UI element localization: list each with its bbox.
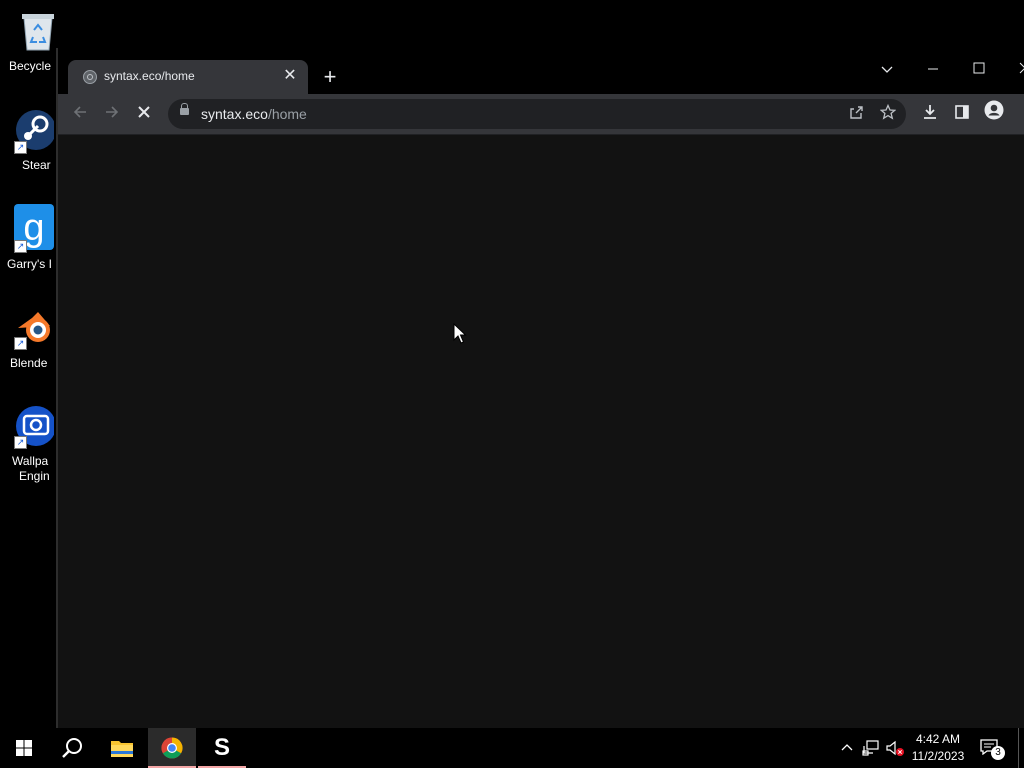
tab-title: syntax.eco/home: [104, 69, 195, 83]
downloads-button[interactable]: [916, 100, 944, 128]
back-button[interactable]: [66, 100, 94, 128]
desktop-icon-steam[interactable]: ↗ Stear: [0, 108, 60, 178]
new-tab-button[interactable]: +: [316, 64, 344, 92]
notification-count-badge: 3: [991, 746, 1005, 760]
maximize-icon: [973, 62, 985, 74]
desktop-icon-label: Blende: [10, 356, 48, 370]
action-center-button[interactable]: 3: [976, 734, 1006, 762]
desktop-icon-blender[interactable]: ↗ Blende: [0, 308, 60, 378]
url-host: syntax.eco: [201, 106, 268, 122]
mouse-cursor-icon: [453, 323, 467, 344]
taskbar-search-button[interactable]: [48, 728, 96, 768]
shortcut-arrow-icon: ↗: [14, 240, 27, 253]
share-icon: [850, 106, 863, 119]
start-button[interactable]: [0, 728, 48, 768]
page-content-area: [58, 135, 1024, 728]
arrow-right-icon: [106, 106, 119, 118]
browser-tab[interactable]: syntax.eco/home ✕: [68, 60, 308, 94]
side-panel-icon: [955, 105, 969, 119]
address-bar[interactable]: syntax.eco/home: [168, 99, 906, 129]
folder-icon: [111, 741, 133, 757]
show-hidden-icons-button[interactable]: [838, 728, 856, 768]
recycle-bin-icon: [22, 14, 54, 51]
show-desktop-button[interactable]: [1018, 728, 1024, 768]
site-favicon-icon: [83, 70, 97, 84]
shortcut-arrow-icon: ↗: [14, 337, 27, 350]
volume-button[interactable]: [884, 728, 906, 768]
desktop-icon-label: Becycle: [9, 59, 52, 73]
taskbar: S 4:42 AM 11/2/2023 3: [0, 728, 1024, 768]
syntax-icon: S: [213, 734, 230, 761]
desktop-icon-label: Garry's I: [7, 257, 52, 271]
taskbar-file-explorer[interactable]: [98, 728, 146, 768]
close-window-button[interactable]: [1002, 54, 1024, 84]
taskbar-clock[interactable]: 4:42 AM 11/2/2023: [906, 731, 970, 765]
side-panel-button[interactable]: [948, 100, 976, 128]
chevron-down-icon: [881, 66, 893, 73]
clock-time: 4:42 AM: [915, 732, 961, 746]
volume-muted-icon: [886, 740, 904, 756]
chrome-icon: [161, 737, 183, 759]
tab-search-button[interactable]: [864, 54, 910, 84]
network-button[interactable]: [860, 728, 882, 768]
desktop-icon-wallpaper-engine[interactable]: ↗ Wallpa Engin: [0, 402, 60, 492]
network-icon: [862, 740, 879, 756]
star-icon: [879, 103, 897, 120]
menu-button[interactable]: [1012, 100, 1024, 128]
browser-window[interactable]: syntax.eco/home ✕ + syntax.eco/home: [56, 48, 1024, 728]
desktop-icon-label-line2: Engin: [19, 469, 50, 483]
shortcut-arrow-icon: ↗: [14, 436, 27, 449]
stop-icon: [138, 106, 150, 118]
taskbar-chrome[interactable]: [148, 728, 196, 768]
download-icon: [924, 105, 936, 119]
arrow-left-icon: [73, 106, 86, 118]
desktop-icon-label: Wallpa: [12, 454, 49, 468]
browser-toolbar: syntax.eco/home: [58, 94, 1024, 135]
search-icon: [62, 738, 82, 758]
url-path: /home: [267, 106, 307, 122]
browser-titlebar[interactable]: syntax.eco/home ✕ +: [58, 48, 1024, 94]
stop-loading-button[interactable]: [130, 100, 158, 128]
minimize-icon: [928, 68, 938, 70]
desktop-icon-recycle-bin[interactable]: Becycle: [0, 8, 60, 78]
desktop-icon-label: Stear: [22, 158, 51, 172]
forward-button[interactable]: [98, 100, 126, 128]
share-button[interactable]: [846, 104, 866, 124]
profile-button[interactable]: [980, 100, 1008, 128]
minimize-button[interactable]: [910, 54, 956, 84]
lock-icon: [180, 103, 189, 115]
bookmark-button[interactable]: [878, 103, 898, 124]
taskbar-syntax-app[interactable]: S: [198, 728, 246, 768]
close-icon: [1019, 62, 1024, 74]
windows-logo-icon: [16, 740, 32, 756]
address-url[interactable]: syntax.eco/home: [201, 106, 307, 122]
desktop-icon-garrys-mod[interactable]: g ↗ Garry's I: [0, 204, 60, 274]
maximize-button[interactable]: [956, 54, 1002, 84]
chevron-up-icon: [841, 744, 853, 751]
clock-date: 11/2/2023: [911, 749, 965, 763]
shortcut-arrow-icon: ↗: [14, 141, 27, 154]
tab-close-button[interactable]: ✕: [280, 66, 300, 86]
profile-avatar-icon: [984, 100, 1004, 120]
